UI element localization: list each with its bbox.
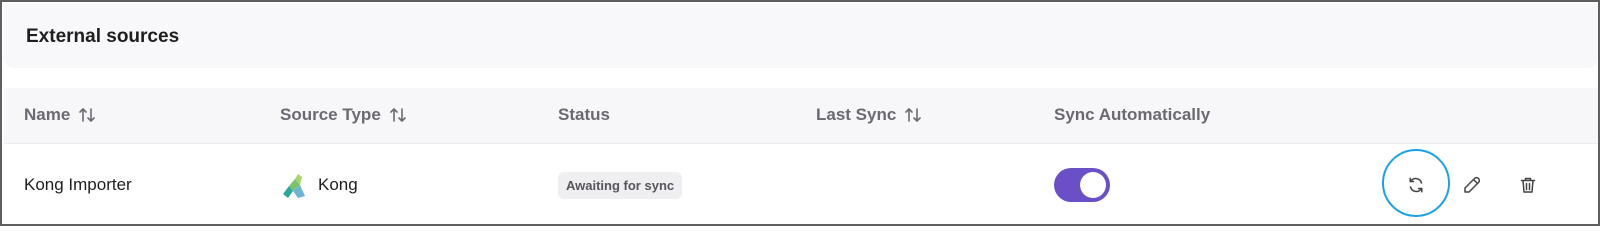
card-title: External sources [26,26,180,47]
refresh-icon [1409,177,1423,193]
sort-icon[interactable] [78,106,96,124]
table-row: Kong Importer Kong Awaiting for sync [4,145,1598,225]
column-header-name[interactable]: Name [24,105,96,125]
sync-automatically-cell [1054,145,1110,225]
column-header-label: Status [558,105,610,124]
status-cell: Awaiting for sync [558,145,683,225]
sort-icon[interactable] [904,106,922,124]
card-header: External sources [4,4,1598,68]
column-header-status: Status [558,105,610,125]
source-name: Kong Importer [24,175,132,194]
edit-icon [1464,176,1481,193]
toggle-knob [1080,172,1106,198]
column-header-sync-automatically: Sync Automatically [1054,105,1210,125]
source-type-label: Kong [318,175,358,194]
source-type-cell: Kong [280,145,358,225]
column-header-label: Last Sync [816,105,897,124]
sync-automatically-toggle[interactable] [1054,168,1110,202]
column-header-label: Source Type [280,105,381,124]
delete-button[interactable] [1514,171,1542,199]
table-header: Name Source Type Status Last Sync Sync A [4,88,1598,144]
kong-logo-icon [283,174,305,198]
column-header-last-sync[interactable]: Last Sync [816,105,922,125]
status-badge: Awaiting for sync [558,171,683,199]
external-sources-card: External sources Name Source Type Status… [0,0,1600,226]
sort-icon[interactable] [389,106,407,124]
edit-button[interactable] [1458,171,1486,199]
column-header-label: Name [24,105,71,124]
trash-icon [1520,177,1536,193]
column-header-source-type[interactable]: Source Type [280,105,407,125]
column-header-label: Sync Automatically [1054,105,1211,124]
sync-now-button[interactable] [1402,171,1430,199]
